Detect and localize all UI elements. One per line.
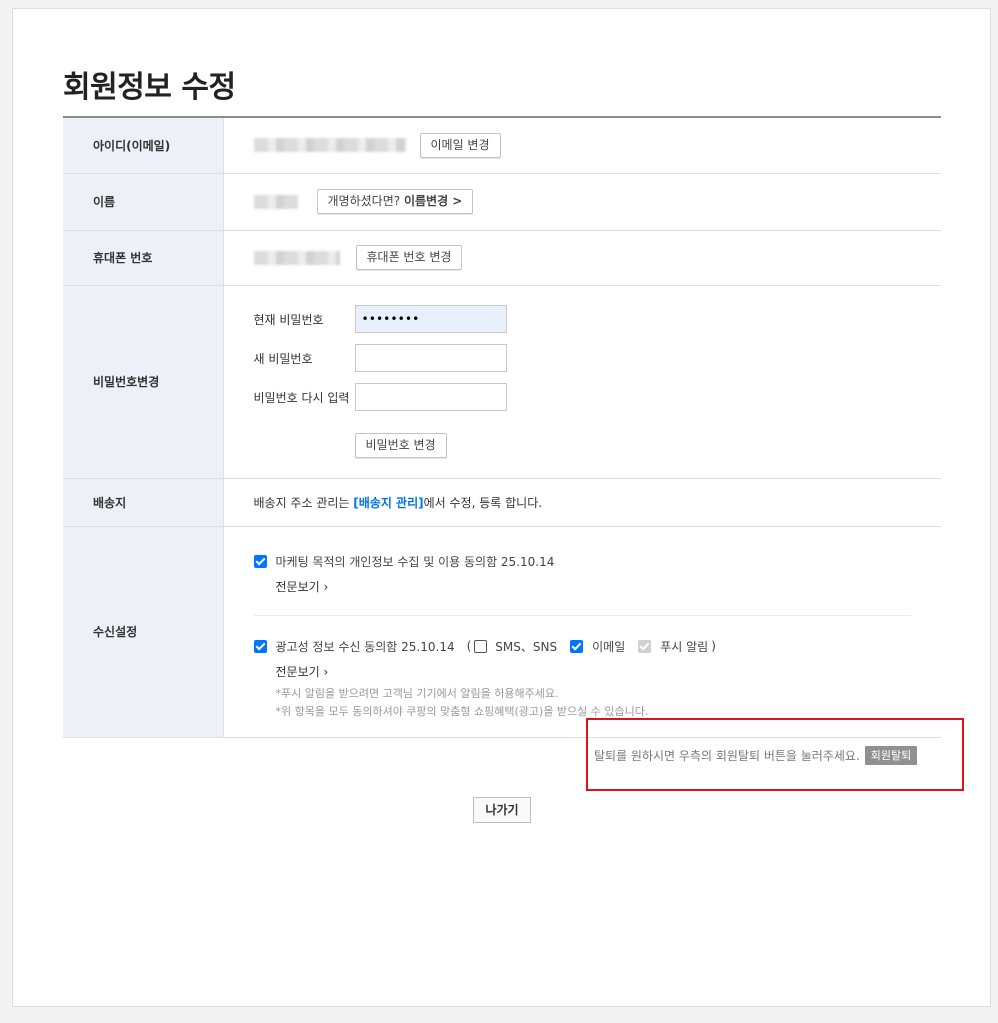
confirm-password-input[interactable] bbox=[354, 383, 507, 411]
change-name-label: 이름변경 > bbox=[403, 194, 463, 208]
shipping-text: 배송지 주소 관리는 [배송지 관리]에서 수정, 등록 합니다. bbox=[223, 478, 941, 527]
email-row-label: 아이디(이메일) bbox=[63, 117, 224, 174]
name-value-blurred bbox=[253, 194, 298, 209]
member-info-form: 아이디(이메일) 이메일 변경 이름 개명하셨다면? 이름변경 > 휴대폰 번호… bbox=[63, 116, 941, 738]
new-password-label: 새 비밀번호 bbox=[253, 351, 313, 366]
new-password-input[interactable] bbox=[354, 344, 507, 372]
password-row: 비밀번호변경 현재 비밀번호 새 비밀번호 비밀번호 다시 입력 비밀번호 변경 bbox=[63, 285, 941, 479]
phone-row-label: 휴대폰 번호 bbox=[63, 230, 224, 286]
ad-consent-text: 광고성 정보 수신 동의함 25.10.14 bbox=[275, 639, 455, 654]
push-label: 푸시 알림 bbox=[660, 639, 709, 654]
receive-row-label: 수신설정 bbox=[63, 526, 224, 738]
ad-consent-checkbox[interactable] bbox=[253, 639, 267, 653]
shipping-text-after: 에서 수정, 등록 합니다. bbox=[423, 495, 543, 510]
confirm-password-label: 비밀번호 다시 입력 bbox=[253, 390, 350, 405]
email-row: 아이디(이메일) 이메일 변경 bbox=[63, 117, 941, 174]
marketing-consent-checkbox[interactable] bbox=[253, 554, 267, 568]
change-name-prefix: 개명하셨다면? bbox=[327, 194, 401, 208]
push-notice: *푸시 알림을 받으려면 고객님 기기에서 알림을 허용해주세요. bbox=[275, 686, 559, 700]
phone-value-blurred bbox=[253, 250, 340, 265]
withdraw-button[interactable]: 회원탈퇴 bbox=[864, 746, 918, 765]
paren-open: ( bbox=[466, 639, 472, 653]
paren-close: ) bbox=[711, 639, 716, 653]
change-phone-button[interactable]: 휴대폰 번호 변경 bbox=[355, 245, 463, 270]
ad-view-full-link[interactable]: 전문보기 › bbox=[276, 663, 942, 680]
name-row-label: 이름 bbox=[63, 173, 224, 231]
change-name-button[interactable]: 개명하셨다면? 이름변경 > bbox=[316, 189, 474, 214]
current-password-label: 현재 비밀번호 bbox=[253, 312, 324, 327]
password-row-label: 비밀번호변경 bbox=[63, 285, 224, 479]
email-label: 이메일 bbox=[592, 639, 626, 654]
phone-row: 휴대폰 번호 휴대폰 번호 변경 bbox=[63, 230, 941, 286]
shipping-row-label: 배송지 bbox=[63, 478, 224, 527]
receive-row: 수신설정 마케팅 목적의 개인정보 수집 및 이용 동의함 25.10.14 전… bbox=[63, 526, 942, 738]
email-value-blurred bbox=[253, 138, 406, 153]
shipping-text-before: 배송지 주소 관리는 bbox=[253, 495, 354, 510]
sms-checkbox[interactable] bbox=[474, 639, 488, 653]
current-password-input[interactable] bbox=[354, 305, 507, 333]
email-checkbox[interactable] bbox=[570, 639, 584, 653]
page-title: 회원정보 수정 bbox=[63, 70, 236, 105]
marketing-view-full-link[interactable]: 전문보기 › bbox=[276, 578, 942, 595]
sms-label: SMS、SNS bbox=[495, 639, 558, 654]
push-checkbox bbox=[638, 639, 652, 653]
withdraw-text: 탈퇴를 원하시면 우측의 회원탈퇴 버튼을 눌러주세요. bbox=[594, 749, 860, 763]
shipping-row: 배송지 배송지 주소 관리는 [배송지 관리]에서 수정, 등록 합니다. bbox=[63, 478, 941, 527]
change-password-button[interactable]: 비밀번호 변경 bbox=[354, 433, 447, 458]
consent-divider bbox=[253, 614, 911, 616]
change-email-button[interactable]: 이메일 변경 bbox=[419, 132, 501, 158]
name-row: 이름 개명하셨다면? 이름변경 > bbox=[63, 173, 941, 231]
exit-button[interactable]: 나가기 bbox=[473, 797, 531, 823]
marketing-consent-text: 마케팅 목적의 개인정보 수집 및 이용 동의함 25.10.14 bbox=[275, 554, 555, 569]
withdraw-section: 탈퇴를 원하시면 우측의 회원탈퇴 버튼을 눌러주세요. 회원탈퇴 bbox=[594, 746, 918, 765]
shipping-manage-link[interactable]: [배송지 관리] bbox=[353, 496, 423, 510]
